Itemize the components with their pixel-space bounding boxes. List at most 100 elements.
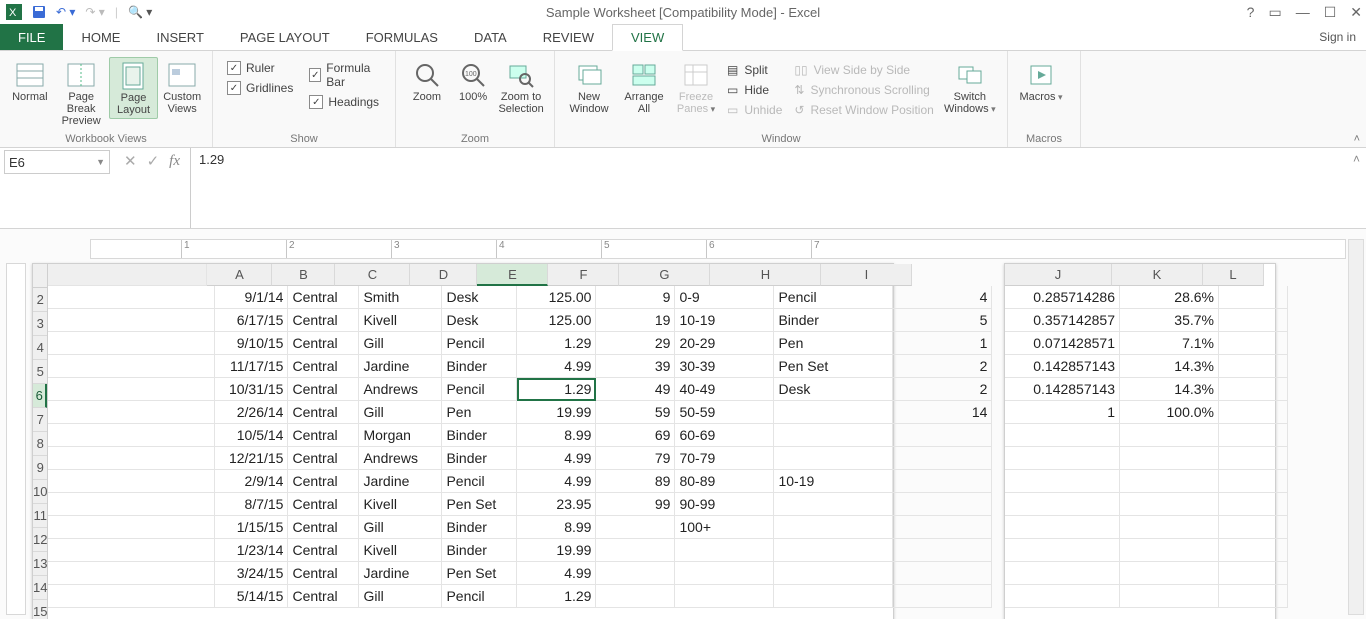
cell-L15[interactable]	[1219, 585, 1288, 608]
page-layout-button[interactable]: Page Layout	[109, 57, 159, 119]
cell-C3[interactable]: Kivell	[359, 309, 442, 332]
cell-G8[interactable]: 60-69	[675, 424, 774, 447]
cell-D9[interactable]: Binder	[442, 447, 517, 470]
column-header-J[interactable]: J	[1005, 264, 1112, 286]
cell-F12[interactable]	[596, 516, 675, 539]
column-header-B[interactable]: B	[272, 264, 335, 286]
row-header-10[interactable]: 10	[33, 480, 47, 504]
cell-A15[interactable]: 5/14/15	[215, 585, 288, 608]
save-icon[interactable]	[32, 5, 46, 19]
cell-K8[interactable]	[1120, 424, 1219, 447]
cell-H13[interactable]	[774, 539, 893, 562]
headings-checkbox[interactable]: ✓Headings	[309, 95, 381, 109]
cell-C6[interactable]: Andrews	[359, 378, 442, 401]
tab-review[interactable]: REVIEW	[525, 24, 612, 50]
cell-H4[interactable]: Pen	[774, 332, 893, 355]
cell-E13[interactable]: 19.99	[517, 539, 596, 562]
cell-K12[interactable]	[1120, 516, 1219, 539]
zoom-100-button[interactable]: 100 100%	[452, 57, 494, 105]
cell-A4[interactable]: 9/10/15	[215, 332, 288, 355]
cell-A8[interactable]: 10/5/14	[215, 424, 288, 447]
cell-I12[interactable]	[893, 516, 992, 539]
new-window-button[interactable]: New Window	[561, 57, 617, 117]
cell-L8[interactable]	[1219, 424, 1288, 447]
cell-G14[interactable]	[675, 562, 774, 585]
cell-C13[interactable]: Kivell	[359, 539, 442, 562]
cell-C15[interactable]: Gill	[359, 585, 442, 608]
ribbon-display-icon[interactable]: ▭	[1268, 4, 1281, 21]
cell-A11[interactable]: 8/7/15	[215, 493, 288, 516]
cell-B14[interactable]: Central	[288, 562, 359, 585]
cell-C10[interactable]: Jardine	[359, 470, 442, 493]
cell-E2[interactable]: 125.00	[517, 286, 596, 309]
cell-J7[interactable]: 1	[1005, 401, 1120, 424]
cell-A5[interactable]: 11/17/15	[215, 355, 288, 378]
cell-H3[interactable]: Binder	[774, 309, 893, 332]
cell-F5[interactable]: 39	[596, 355, 675, 378]
row-header-7[interactable]: 7	[33, 408, 47, 432]
cell-L11[interactable]	[1219, 493, 1288, 516]
cell-I14[interactable]	[893, 562, 992, 585]
cell-E4[interactable]: 1.29	[517, 332, 596, 355]
cell-K7[interactable]: 100.0%	[1120, 401, 1219, 424]
cell-J11[interactable]	[1005, 493, 1120, 516]
cell-E10[interactable]: 4.99	[517, 470, 596, 493]
cell-G3[interactable]: 10-19	[675, 309, 774, 332]
cell-B6[interactable]: Central	[288, 378, 359, 401]
zoom-to-selection-button[interactable]: Zoom to Selection	[494, 57, 548, 117]
page-break-preview-button[interactable]: Page Break Preview	[54, 57, 109, 129]
cell-D7[interactable]: Pen	[442, 401, 517, 424]
cell-L9[interactable]	[1219, 447, 1288, 470]
cell-J12[interactable]	[1005, 516, 1120, 539]
cell-I13[interactable]	[893, 539, 992, 562]
row-header-4[interactable]: 4	[33, 336, 47, 360]
cell-L7[interactable]	[1219, 401, 1288, 424]
cell-A12[interactable]: 1/15/15	[215, 516, 288, 539]
maximize-icon[interactable]: ☐	[1324, 4, 1337, 21]
cell-K6[interactable]: 14.3%	[1120, 378, 1219, 401]
undo-icon[interactable]: ↶ ▾	[56, 5, 75, 19]
cell-J13[interactable]	[1005, 539, 1120, 562]
gridlines-checkbox[interactable]: ✓Gridlines	[227, 81, 293, 95]
cell-K14[interactable]	[1120, 562, 1219, 585]
cell-H2[interactable]: Pencil	[774, 286, 893, 309]
cell-I11[interactable]	[893, 493, 992, 516]
cell-B3[interactable]: Central	[288, 309, 359, 332]
cell-G6[interactable]: 40-49	[675, 378, 774, 401]
cell-A14[interactable]: 3/24/15	[215, 562, 288, 585]
cell-H7[interactable]	[774, 401, 893, 424]
cell-A7[interactable]: 2/26/14	[215, 401, 288, 424]
cell-I7[interactable]: 14	[893, 401, 992, 424]
cell-I9[interactable]	[893, 447, 992, 470]
cell-C7[interactable]: Gill	[359, 401, 442, 424]
cancel-formula-icon[interactable]: ✕	[124, 152, 137, 170]
cell-A13[interactable]: 1/23/14	[215, 539, 288, 562]
tab-insert[interactable]: INSERT	[138, 24, 221, 50]
cell-G11[interactable]: 90-99	[675, 493, 774, 516]
cell-K10[interactable]	[1120, 470, 1219, 493]
cell-D3[interactable]: Desk	[442, 309, 517, 332]
cell-K3[interactable]: 35.7%	[1120, 309, 1219, 332]
cell-H5[interactable]: Pen Set	[774, 355, 893, 378]
cell-F7[interactable]: 59	[596, 401, 675, 424]
cell-D14[interactable]: Pen Set	[442, 562, 517, 585]
cell-F8[interactable]: 69	[596, 424, 675, 447]
cell-E8[interactable]: 8.99	[517, 424, 596, 447]
cell-K13[interactable]	[1120, 539, 1219, 562]
cell-I5[interactable]: 2	[893, 355, 992, 378]
cell-K4[interactable]: 7.1%	[1120, 332, 1219, 355]
cell-E5[interactable]: 4.99	[517, 355, 596, 378]
minimize-icon[interactable]: —	[1296, 4, 1310, 20]
formula-bar-checkbox[interactable]: ✓Formula Bar	[309, 61, 381, 89]
cell-C12[interactable]: Gill	[359, 516, 442, 539]
cell-A10[interactable]: 2/9/14	[215, 470, 288, 493]
row-header-6[interactable]: 6	[33, 384, 47, 408]
cell-E15[interactable]: 1.29	[517, 585, 596, 608]
cell-L3[interactable]	[1219, 309, 1288, 332]
zoom-button[interactable]: Zoom	[402, 57, 452, 105]
cell-K15[interactable]	[1120, 585, 1219, 608]
cell-C9[interactable]: Andrews	[359, 447, 442, 470]
cell-E7[interactable]: 19.99	[517, 401, 596, 424]
macros-button[interactable]: Macros	[1014, 57, 1068, 105]
column-header-H[interactable]: H	[710, 264, 821, 286]
